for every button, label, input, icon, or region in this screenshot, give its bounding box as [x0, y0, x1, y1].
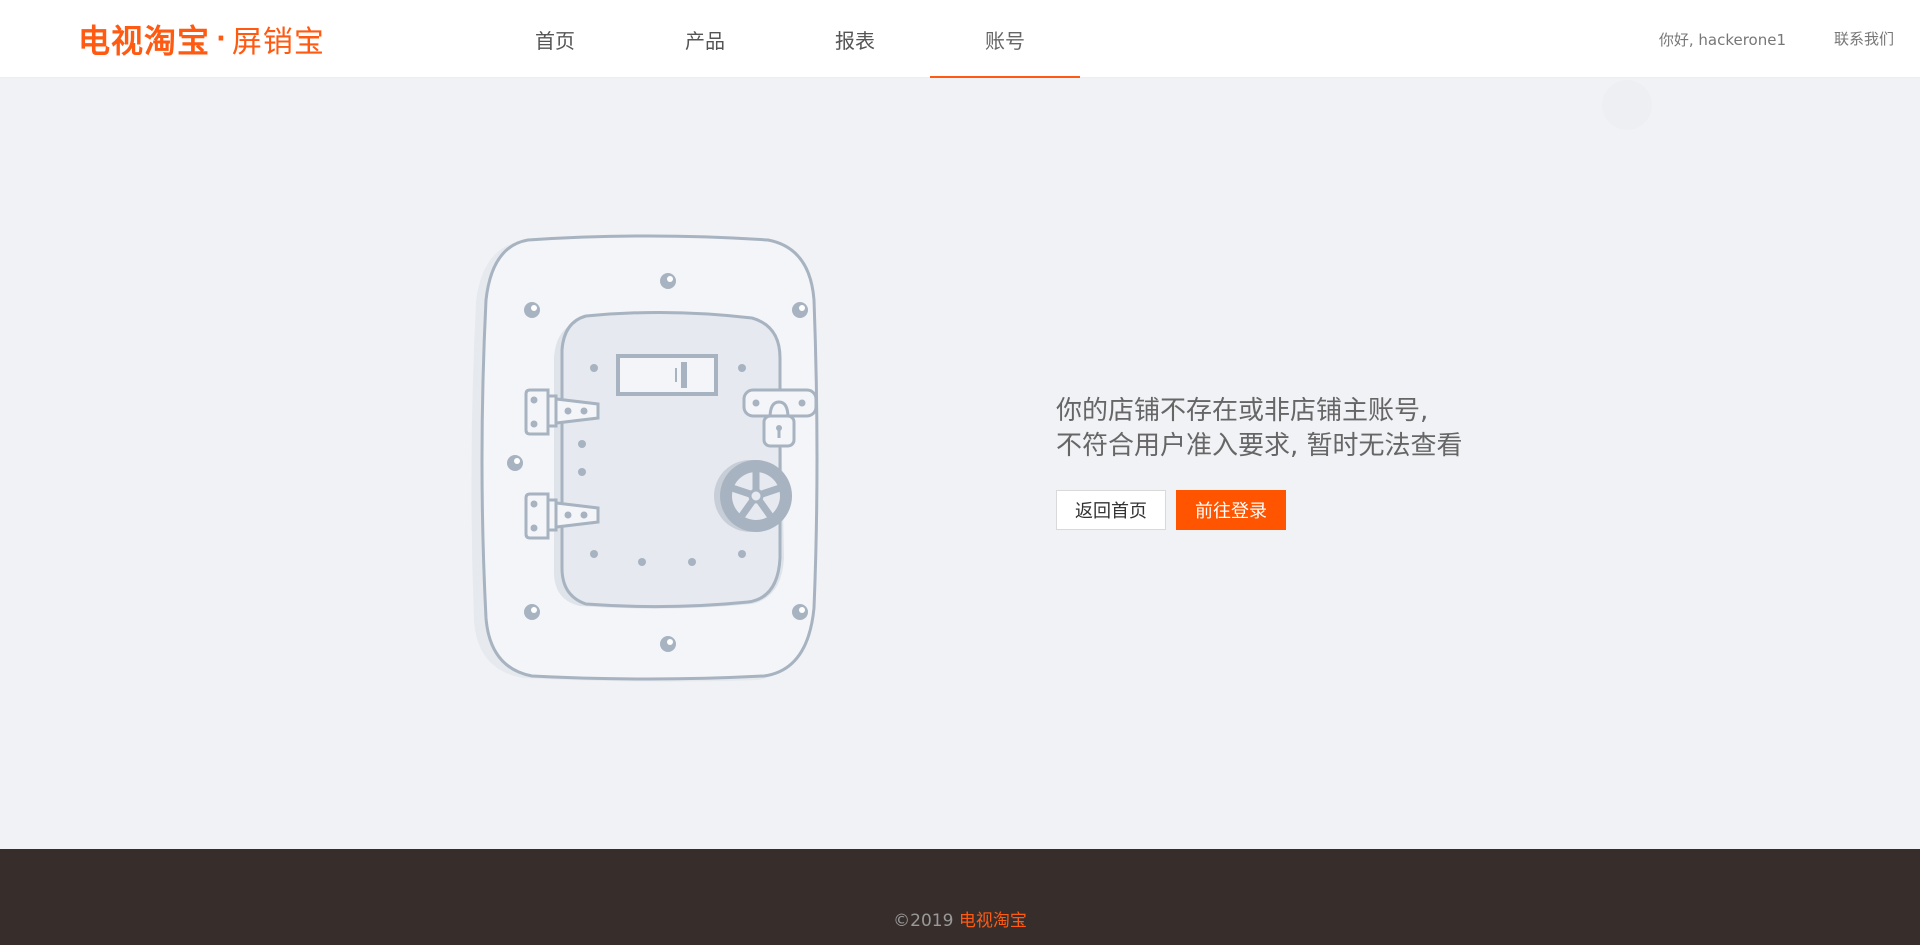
logo-separator: ·	[216, 24, 226, 54]
locked-vault-door-icon	[468, 232, 858, 692]
site-logo[interactable]: 电视淘宝 · 屏销宝	[78, 18, 325, 60]
page-footer: ©2019 电视淘宝	[0, 849, 1920, 945]
go-to-login-button[interactable]: 前往登录	[1176, 490, 1286, 530]
nav-item-reports[interactable]: 报表	[780, 0, 930, 78]
top-header: 电视淘宝 · 屏销宝 首页 产品 报表 账号 你好, hackerone1 联系…	[0, 0, 1920, 78]
user-greeting: 你好, hackerone1	[1658, 31, 1786, 49]
faint-decorative-circle	[1602, 80, 1652, 130]
logo-product: 屏销宝	[231, 25, 325, 60]
copyright-prefix: ©2019	[893, 911, 959, 931]
copyright-text: ©2019 电视淘宝	[0, 906, 1920, 931]
main-nav: 首页 产品 报表 账号	[480, 0, 1080, 78]
copyright-brand-link[interactable]: 电视淘宝	[959, 911, 1027, 931]
back-to-home-button[interactable]: 返回首页	[1056, 490, 1166, 530]
message-line-1: 你的店铺不存在或非店铺主账号,	[1056, 396, 1429, 426]
contact-us-link[interactable]: 联系我们	[1834, 28, 1894, 49]
action-buttons: 返回首页 前往登录	[1056, 490, 1286, 530]
nav-item-home[interactable]: 首页	[480, 0, 630, 78]
message-line-2: 不符合用户准入要求, 暂时无法查看	[1056, 431, 1463, 461]
logo-brand: 电视淘宝	[78, 22, 211, 60]
access-denied-message: 你的店铺不存在或非店铺主账号, 不符合用户准入要求, 暂时无法查看	[1056, 394, 1576, 464]
nav-item-account[interactable]: 账号	[930, 0, 1080, 78]
nav-item-products[interactable]: 产品	[630, 0, 780, 78]
